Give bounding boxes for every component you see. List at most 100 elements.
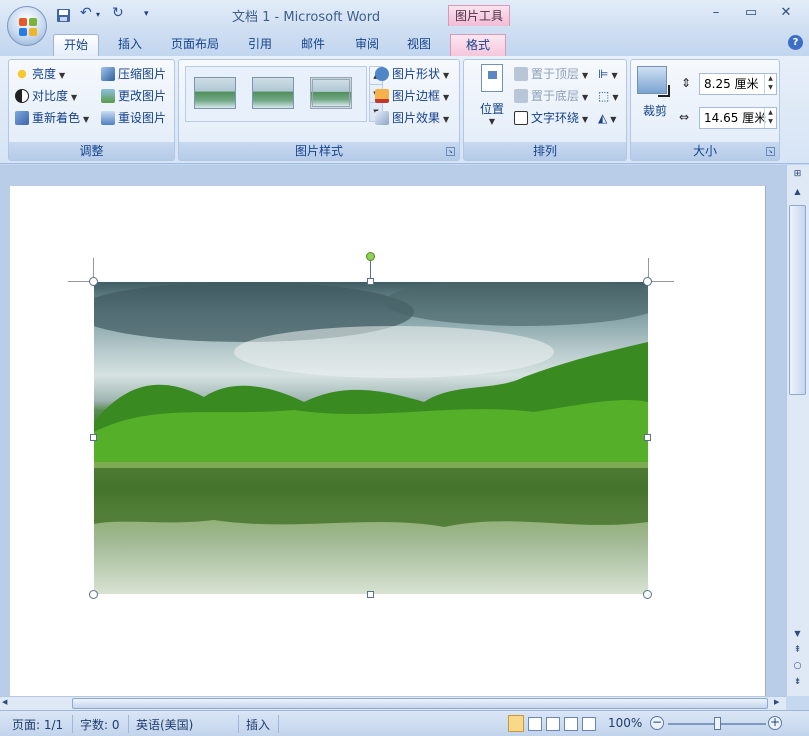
language-indicator[interactable]: 英语(美国) [136,716,193,733]
minimize-button[interactable]: – [706,5,726,23]
recolor-icon [15,111,29,125]
reset-picture-button[interactable]: 重设图片 [101,108,166,128]
send-to-back-button[interactable]: 置于底层 ▼ [514,86,588,106]
rotation-handle[interactable] [366,252,375,261]
vertical-scrollbar[interactable]: ⊞ ▲ ▼ ⇞ ○ ⇟ [786,165,809,696]
zoom-slider[interactable] [668,717,766,730]
help-icon[interactable]: ? [788,35,803,50]
horizontal-scrollbar[interactable]: ◀ ▶ [0,696,786,710]
view-buttons [506,715,602,733]
full-screen-reading-icon[interactable] [528,717,542,731]
selected-picture[interactable] [94,282,648,594]
wrap-icon [514,111,528,125]
crop-mark [650,281,674,282]
ribbon-tabs: 开始 插入 页面布局 引用 邮件 审阅 视图 格式 [0,30,809,56]
picture-styles-gallery [185,66,367,122]
page-count[interactable]: 页面: 1/1 [12,716,63,733]
size-dialog-launcher-icon[interactable]: ↘ [766,147,775,156]
style-thumbnail[interactable] [310,77,352,109]
customize-qat-icon[interactable]: ▾ [144,9,149,19]
picture-shape-button[interactable]: 图片形状 ▼ [375,64,449,84]
browse-object-icon[interactable]: ○ [790,661,805,675]
office-logo-icon [19,18,37,36]
picture-effects-button[interactable]: 图片效果 ▼ [375,108,449,128]
resize-handle-se[interactable] [643,590,652,599]
width-input[interactable]: 14.65 厘米 ▲ ▼ [699,107,777,129]
print-layout-view-icon[interactable] [508,715,524,732]
undo-icon[interactable]: ↶ [80,5,92,21]
tab-format[interactable]: 格式 [450,34,506,56]
text-wrapping-button[interactable]: 文字环绕 ▼ [514,108,588,128]
scroll-up-icon[interactable]: ▲ [790,187,805,201]
group-size: 裁剪 ⇕ 8.25 厘米 ▲ ▼ ⇔ 14.65 厘米 ▲ ▼ 大小 ↘ [630,59,780,161]
rotate-icon[interactable]: ◭ ▼ [598,108,616,128]
window-title: 文档 1 - Microsoft Word [232,10,381,25]
tab-view[interactable]: 视图 [398,34,440,56]
close-button[interactable]: ✕ [776,5,796,23]
width-icon: ⇔ [679,110,690,124]
width-spinner[interactable]: ▲ ▼ [764,108,776,128]
height-icon: ⇕ [681,76,692,90]
tab-references[interactable]: 引用 [240,34,280,56]
vertical-scroll-thumb[interactable] [789,205,806,395]
recolor-button[interactable]: 重新着色 ▼ [15,108,89,128]
compress-icon [101,67,115,81]
align-icon[interactable]: ⊫ ▼ [598,64,618,84]
redo-icon[interactable]: ↻ [112,5,124,21]
bring-to-front-button[interactable]: 置于顶层 ▼ [514,64,588,84]
picture-border-button[interactable]: 图片边框 ▼ [375,86,449,106]
scroll-left-icon[interactable]: ◀ [2,698,7,706]
compress-pictures-button[interactable]: 压缩图片 [101,64,166,84]
scroll-right-icon[interactable]: ▶ [774,698,779,706]
group-adjust: 亮度 ▼ 对比度 ▼ 重新着色 ▼ 压缩图片 更改图片 重设图片 调整 [8,59,175,161]
office-button[interactable] [7,6,47,46]
resize-handle-n[interactable] [367,278,374,285]
height-spinner[interactable]: ▲ ▼ [764,74,776,94]
previous-page-icon[interactable]: ⇞ [790,645,805,659]
position-button[interactable]: 位置 ▼ [472,64,512,140]
undo-dropdown-icon[interactable]: ▾ [96,10,100,19]
web-layout-icon[interactable] [546,717,560,731]
tab-page-layout[interactable]: 页面布局 [164,34,226,56]
resize-handle-ne[interactable] [643,277,652,286]
draft-view-icon[interactable] [582,717,596,731]
height-input[interactable]: 8.25 厘米 ▲ ▼ [699,73,777,95]
maximize-button[interactable]: ▭ [741,5,761,23]
word-count[interactable]: 字数: 0 [80,716,120,733]
shape-icon [375,67,389,81]
save-icon[interactable] [56,8,71,26]
contrast-button[interactable]: 对比度 ▼ [15,86,77,106]
group-label-arrange: 排列 [464,142,626,160]
brightness-button[interactable]: 亮度 ▼ [15,64,65,84]
effects-icon [375,111,389,125]
tab-review[interactable]: 审阅 [346,34,388,56]
zoom-in-icon[interactable]: + [768,716,782,730]
zoom-slider-thumb[interactable] [714,717,721,730]
dialog-launcher-icon[interactable]: ↘ [446,147,455,156]
tab-home[interactable]: 开始 [53,34,99,56]
scroll-down-icon[interactable]: ▼ [790,629,805,643]
ruler-toggle-icon[interactable]: ⊞ [790,169,805,183]
resize-handle-e[interactable] [644,434,651,441]
crop-button[interactable]: 裁剪 [637,66,673,126]
outline-view-icon[interactable] [564,717,578,731]
zoom-out-icon[interactable]: − [650,716,664,730]
style-thumbnail[interactable] [252,77,294,109]
group-label-size: 大小 [631,142,779,160]
group-objects-icon[interactable]: ⬚ ▼ [598,86,619,106]
zoom-level[interactable]: 100% [608,716,642,730]
resize-handle-sw[interactable] [89,590,98,599]
resize-handle-w[interactable] [90,434,97,441]
style-thumbnail[interactable] [194,77,236,109]
next-page-icon[interactable]: ⇟ [790,677,805,691]
resize-handle-s[interactable] [367,591,374,598]
tab-insert[interactable]: 插入 [108,34,152,56]
picture-tools-context: 图片工具 [448,5,510,26]
status-bar: 页面: 1/1 字数: 0 英语(美国) 插入 100% − + [0,710,809,736]
horizontal-scroll-thumb[interactable] [72,698,768,709]
tab-mailings[interactable]: 邮件 [292,34,334,56]
send-back-icon [514,89,528,103]
resize-handle-nw[interactable] [89,277,98,286]
insert-mode[interactable]: 插入 [246,716,270,733]
change-picture-button[interactable]: 更改图片 [101,86,166,106]
